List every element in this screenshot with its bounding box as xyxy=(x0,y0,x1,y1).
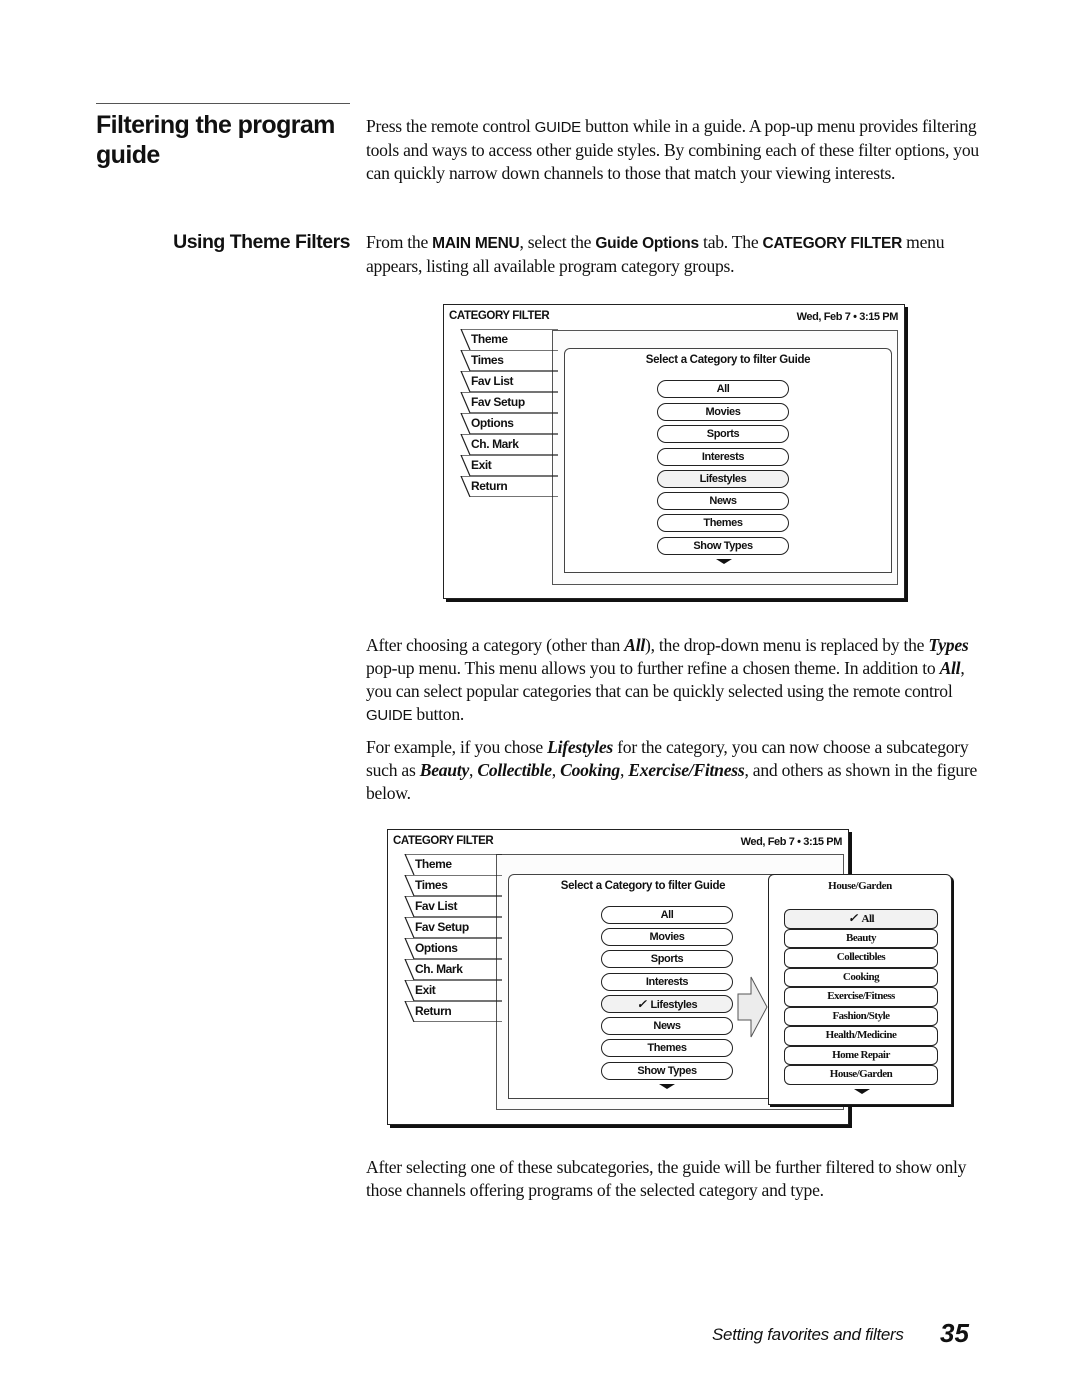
theme-filter-paragraph: From the MAIN MENU, select the Guide Opt… xyxy=(366,232,945,276)
scroll-down-icon[interactable] xyxy=(854,1089,870,1094)
tab-fav-setup[interactable]: Fav Setup xyxy=(458,392,558,413)
subsection-title: Using Theme Filters xyxy=(173,231,350,253)
panel-heading: Select a Category to filter Guide xyxy=(560,880,726,892)
category-filter-screen: CATEGORY FILTER Wed, Feb 7 • 3:15 PM The… xyxy=(443,304,905,599)
tab-return[interactable]: Return xyxy=(458,476,558,497)
transition-arrow-icon xyxy=(737,976,768,1038)
type-house-garden[interactable]: House/Garden xyxy=(784,1065,938,1085)
category-movies[interactable]: Movies xyxy=(601,928,733,946)
tab-list: Theme Times Fav List Fav Setup Options C… xyxy=(458,329,558,497)
intro-paragraph: Press the remote control GUIDE button wh… xyxy=(366,116,979,183)
screen-datetime: Wed, Feb 7 • 3:15 PM xyxy=(796,311,899,323)
heading-rule xyxy=(96,103,350,104)
tab-times[interactable]: Times xyxy=(458,350,558,371)
category-all[interactable]: All xyxy=(601,906,733,924)
section-title: Filtering the program guide xyxy=(96,111,335,169)
type-collectibles[interactable]: Collectibles xyxy=(784,948,938,968)
guide-options-term: Guide Options xyxy=(595,235,699,252)
tab-times[interactable]: Times xyxy=(402,875,502,896)
tab-fav-setup[interactable]: Fav Setup xyxy=(402,917,502,938)
tab-exit[interactable]: Exit xyxy=(458,455,558,476)
category-all[interactable]: All xyxy=(657,380,789,398)
popup-title: House/Garden xyxy=(828,880,892,892)
category-news[interactable]: News xyxy=(601,1017,733,1035)
category-sports[interactable]: Sports xyxy=(657,425,789,443)
screen-title: CATEGORY FILTER xyxy=(393,835,494,847)
tab-fav-list[interactable]: Fav List xyxy=(458,371,558,392)
category-show-types[interactable]: Show Types xyxy=(657,537,789,555)
checkmark-icon: ✓ xyxy=(847,911,858,925)
category-list-panel: Select a Category to filter Guide All Mo… xyxy=(564,348,892,573)
type-health-medicine[interactable]: Health/Medicine xyxy=(784,1026,938,1046)
checkmark-icon: ✓ xyxy=(636,997,647,1011)
category-sports[interactable]: Sports xyxy=(601,950,733,968)
category-show-types[interactable]: Show Types xyxy=(601,1062,733,1080)
tab-fav-list[interactable]: Fav List xyxy=(402,896,502,917)
types-popup-menu: House/Garden ✓ All Beauty Collectibles Co… xyxy=(768,874,952,1105)
panel-heading: Select a Category to filter Guide xyxy=(645,354,811,366)
screen-datetime: Wed, Feb 7 • 3:15 PM xyxy=(740,836,843,848)
category-interests[interactable]: Interests xyxy=(657,448,789,466)
tab-ch-mark[interactable]: Ch. Mark xyxy=(402,959,502,980)
category-interests[interactable]: Interests xyxy=(601,973,733,991)
chapter-footer: Setting favorites and filters xyxy=(712,1325,904,1344)
category-themes[interactable]: Themes xyxy=(601,1039,733,1057)
example-paragraph: For example, if you chose Lifestyles for… xyxy=(366,737,978,803)
page-number: 35 xyxy=(940,1318,969,1348)
type-all-selected[interactable]: ✓ All xyxy=(784,909,938,929)
main-menu-term: MAIN MENU xyxy=(432,235,520,252)
category-lifestyles[interactable]: Lifestyles xyxy=(657,470,789,488)
category-lifestyles-selected[interactable]: ✓ Lifestyles xyxy=(601,995,733,1013)
type-exercise-fitness[interactable]: Exercise/Fitness xyxy=(784,987,938,1007)
tab-options[interactable]: Options xyxy=(458,413,558,434)
tab-options[interactable]: Options xyxy=(402,938,502,959)
type-home-repair[interactable]: Home Repair xyxy=(784,1045,938,1065)
category-news[interactable]: News xyxy=(657,492,789,510)
types-paragraph: After choosing a category (other than Al… xyxy=(366,635,969,724)
tab-return[interactable]: Return xyxy=(402,1001,502,1022)
category-movies[interactable]: Movies xyxy=(657,403,789,421)
category-themes[interactable]: Themes xyxy=(657,514,789,532)
tab-theme[interactable]: Theme xyxy=(458,329,558,350)
type-beauty[interactable]: Beauty xyxy=(784,928,938,948)
closing-paragraph: After selecting one of these subcategori… xyxy=(366,1157,967,1200)
scroll-down-icon[interactable] xyxy=(659,1084,675,1089)
tab-exit[interactable]: Exit xyxy=(402,980,502,1001)
tab-list: Theme Times Fav List Fav Setup Options C… xyxy=(402,854,502,1022)
type-fashion-style[interactable]: Fashion/Style xyxy=(784,1006,938,1026)
type-cooking[interactable]: Cooking xyxy=(784,967,938,987)
scroll-down-icon[interactable] xyxy=(716,559,732,564)
guide-button-term: GUIDE xyxy=(534,119,582,136)
tab-ch-mark[interactable]: Ch. Mark xyxy=(458,434,558,455)
screen-title: CATEGORY FILTER xyxy=(449,310,550,322)
category-filter-term: CATEGORY FILTER xyxy=(762,235,903,252)
tab-theme[interactable]: Theme xyxy=(402,854,502,875)
